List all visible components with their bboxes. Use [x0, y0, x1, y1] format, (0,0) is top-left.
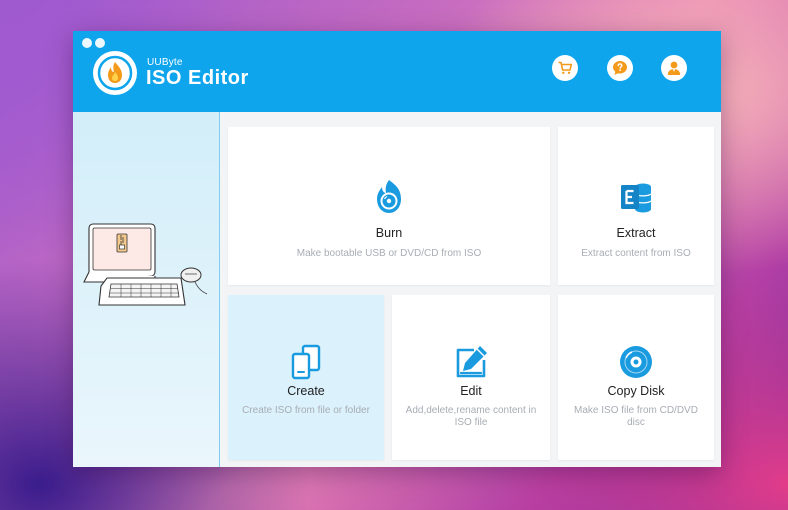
create-files-icon [291, 344, 321, 380]
edit-title: Edit [460, 384, 482, 398]
header-bar: UUByte ISO Editor [73, 31, 721, 112]
edit-description: Add,delete,rename content in ISO file [405, 405, 537, 428]
extract-card[interactable]: Extract Extract content from ISO [558, 127, 714, 285]
window-minimize-dot[interactable] [95, 38, 105, 48]
extract-description: Extract content from ISO [581, 248, 691, 259]
burn-title: Burn [375, 226, 403, 240]
window-close-dot[interactable] [82, 38, 92, 48]
help-button[interactable] [607, 55, 633, 81]
burn-description: Make bootable USB or DVD/CD from ISO [296, 248, 482, 259]
sidebar-panel [73, 112, 220, 467]
extract-database-icon [621, 183, 652, 213]
burn-card[interactable]: Burn Make bootable USB or DVD/CD from IS… [228, 127, 550, 285]
create-title: Create [287, 384, 325, 398]
user-icon [667, 61, 681, 75]
create-card[interactable]: Create Create ISO from file or folder [228, 295, 384, 460]
copy-disk-title: Copy Disk [607, 384, 665, 398]
copy-disk-description: Make ISO file from CD/DVD disc [574, 405, 698, 428]
extract-title: Extract [616, 226, 656, 240]
copy-disk-icon [620, 346, 652, 378]
cart-button[interactable] [552, 55, 578, 81]
computer-illustration-icon [83, 223, 208, 306]
burn-disc-icon [377, 180, 401, 213]
copy-disk-card[interactable]: Copy Disk Make ISO file from CD/DVD disc [558, 295, 714, 460]
app-title: ISO Editor [146, 67, 249, 89]
app-logo-icon [93, 51, 137, 95]
cart-icon [558, 61, 573, 74]
help-icon [613, 61, 627, 75]
edit-card[interactable]: Edit Add,delete,rename content in ISO fi… [392, 295, 550, 460]
app-window: UUByte ISO Editor Burn Make bootable USB… [73, 31, 721, 467]
main-panel: Burn Make bootable USB or DVD/CD from IS… [220, 112, 721, 467]
account-button[interactable] [661, 55, 687, 81]
edit-pencil-icon [456, 346, 487, 378]
create-description: Create ISO from file or folder [242, 405, 370, 416]
